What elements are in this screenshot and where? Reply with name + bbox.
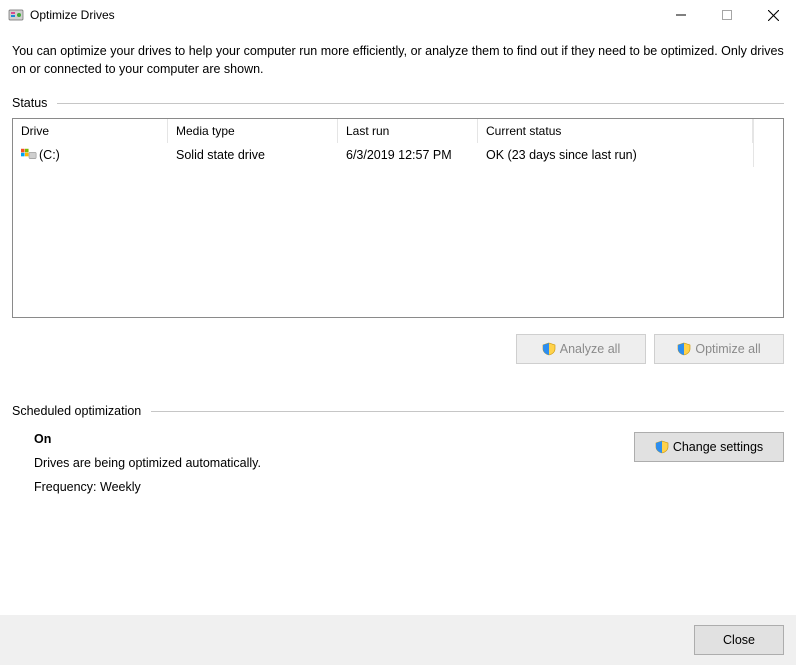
status-section-header: Status bbox=[12, 96, 784, 110]
col-header-lastrun[interactable]: Last run bbox=[338, 119, 478, 143]
footer: Close bbox=[0, 615, 796, 665]
scheduled-info: On Drives are being optimized automatica… bbox=[12, 432, 634, 504]
close-label: Close bbox=[723, 633, 755, 647]
status-label: Status bbox=[12, 96, 57, 110]
scheduled-frequency: Frequency: Weekly bbox=[34, 480, 634, 494]
shield-icon bbox=[542, 342, 556, 356]
cell-status: OK (23 days since last run) bbox=[478, 143, 753, 167]
col-header-media[interactable]: Media type bbox=[168, 119, 338, 143]
titlebar: Optimize Drives bbox=[0, 0, 796, 30]
change-settings-label: Change settings bbox=[673, 440, 763, 454]
table-row[interactable]: (C:) Solid state drive 6/3/2019 12:57 PM… bbox=[13, 143, 783, 167]
shield-icon bbox=[677, 342, 691, 356]
window-controls bbox=[658, 0, 796, 30]
divider bbox=[57, 103, 784, 104]
col-header-drive[interactable]: Drive bbox=[13, 119, 168, 143]
cell-drive-label: (C:) bbox=[39, 148, 60, 162]
table-header-row: Drive Media type Last run Current status bbox=[13, 119, 783, 143]
optimize-all-button: Optimize all bbox=[654, 334, 784, 364]
optimize-all-label: Optimize all bbox=[695, 342, 760, 356]
scheduled-section-header: Scheduled optimization bbox=[12, 404, 784, 418]
drives-table[interactable]: Drive Media type Last run Current status… bbox=[12, 118, 784, 318]
scheduled-state: On bbox=[34, 432, 634, 446]
change-settings-button[interactable]: Change settings bbox=[634, 432, 784, 462]
cell-drive: (C:) bbox=[13, 143, 168, 167]
col-header-status[interactable]: Current status bbox=[478, 119, 753, 143]
window-title: Optimize Drives bbox=[30, 8, 115, 22]
cell-media: Solid state drive bbox=[168, 143, 338, 167]
app-icon bbox=[8, 7, 24, 23]
maximize-button bbox=[704, 0, 750, 30]
close-button[interactable]: Close bbox=[694, 625, 784, 655]
analyze-all-button: Analyze all bbox=[516, 334, 646, 364]
scheduled-label: Scheduled optimization bbox=[12, 404, 151, 418]
status-buttons: Analyze all Optimize all bbox=[12, 334, 784, 364]
scheduled-desc: Drives are being optimized automatically… bbox=[34, 456, 634, 470]
col-header-tail bbox=[753, 119, 783, 143]
drive-icon bbox=[21, 147, 37, 163]
close-window-button[interactable] bbox=[750, 0, 796, 30]
cell-lastrun: 6/3/2019 12:57 PM bbox=[338, 143, 478, 167]
analyze-all-label: Analyze all bbox=[560, 342, 620, 356]
shield-icon bbox=[655, 440, 669, 454]
intro-text: You can optimize your drives to help you… bbox=[12, 42, 784, 78]
divider bbox=[151, 411, 784, 412]
minimize-button[interactable] bbox=[658, 0, 704, 30]
